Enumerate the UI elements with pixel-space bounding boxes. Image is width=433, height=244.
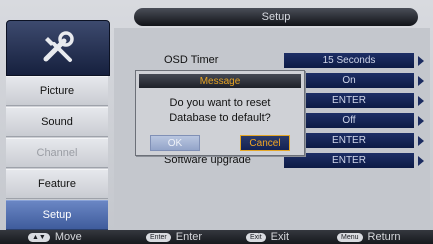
hint-exit: Exit Exit (246, 230, 289, 244)
dialog-title: Message (139, 74, 301, 88)
ok-button[interactable]: OK (150, 135, 200, 151)
footer-hints: ▲▼ Move Enter Enter Exit Exit Menu Return (0, 230, 433, 244)
setting-label: OSD Timer (164, 54, 219, 66)
sidebar: Picture Sound Channel Feature Setup (6, 6, 110, 230)
enter-key-icon: Enter (146, 232, 171, 242)
arrow-right-icon (418, 96, 424, 106)
sidebar-item-picture[interactable]: Picture (6, 76, 108, 106)
setting-value: 15 Seconds (284, 53, 414, 68)
dialog-message-line: Database to default? (169, 112, 271, 124)
reset-confirm-dialog: Message Do you want to reset Database to… (135, 70, 305, 156)
sidebar-item-setup[interactable]: Setup (6, 200, 108, 230)
arrow-right-icon (418, 156, 424, 166)
setting-row-osd-timer[interactable]: OSD Timer 15 Seconds (114, 51, 430, 71)
arrow-right-icon (418, 76, 424, 86)
dialog-message-line: Do you want to reset (169, 97, 271, 109)
hint-move: ▲▼ Move (28, 230, 82, 244)
page-title: Setup (134, 8, 418, 26)
tv-menu-screen: Picture Sound Channel Feature Setup Setu… (0, 0, 433, 244)
cancel-button[interactable]: Cancel (240, 135, 290, 151)
hint-enter: Enter Enter (146, 230, 202, 244)
sidebar-item-feature[interactable]: Feature (6, 169, 108, 199)
hint-return: Menu Return (337, 230, 401, 244)
tools-icon (43, 31, 74, 62)
arrow-right-icon (418, 56, 424, 66)
arrow-right-icon (418, 116, 424, 126)
exit-key-icon: Exit (246, 232, 266, 242)
sidebar-item-sound[interactable]: Sound (6, 107, 108, 137)
up-down-arrows-icon: ▲▼ (28, 232, 50, 242)
arrow-right-icon (418, 136, 424, 146)
tools-icon-box (6, 20, 110, 76)
sidebar-item-channel: Channel (6, 138, 108, 168)
menu-key-icon: Menu (337, 232, 363, 242)
